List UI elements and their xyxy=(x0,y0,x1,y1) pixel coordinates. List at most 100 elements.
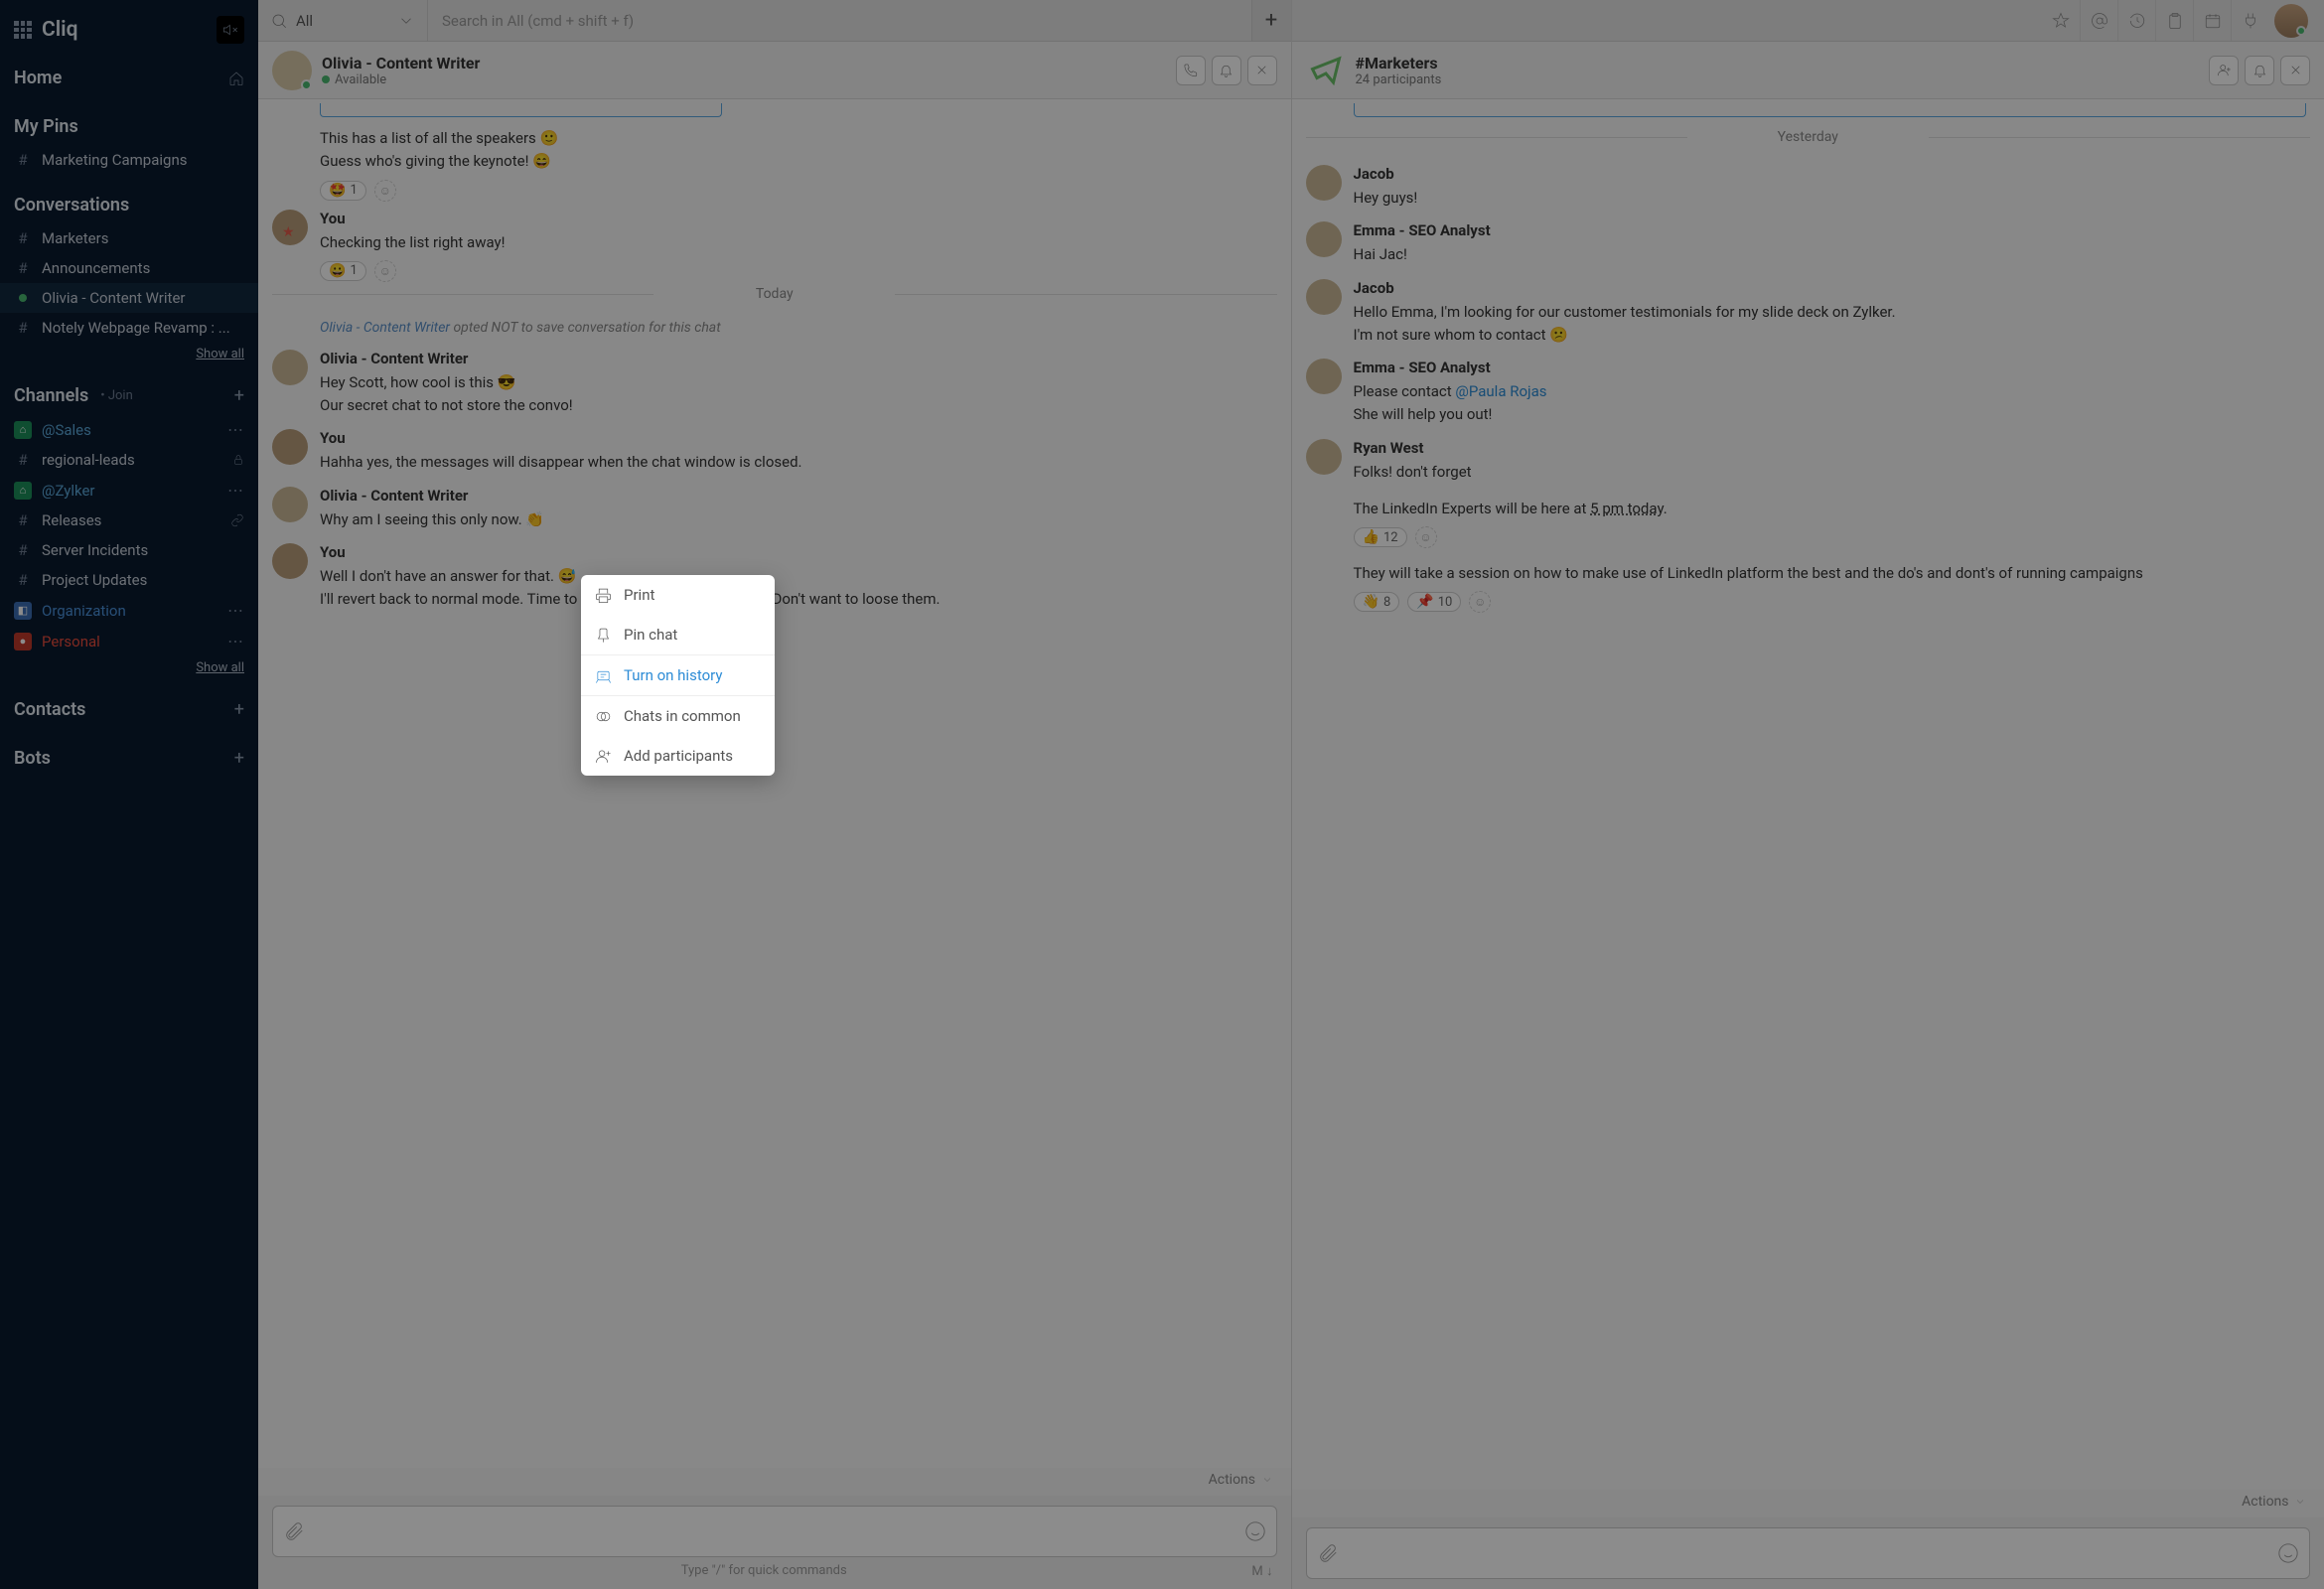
actions-dropdown[interactable]: Actions xyxy=(2242,1494,2306,1510)
date-divider: Yesterday xyxy=(1306,129,2311,145)
search-icon xyxy=(270,12,288,30)
channel-item[interactable]: ⌂@Sales⋯ xyxy=(0,414,258,445)
more-icon[interactable]: ⋯ xyxy=(227,420,244,439)
channel-item[interactable]: #Server Incidents xyxy=(0,535,258,565)
menu-pin-chat[interactable]: Pin chat xyxy=(581,615,775,654)
avatar xyxy=(272,51,312,90)
convo-item-active[interactable]: Olivia - Content Writer xyxy=(0,283,258,313)
join-link[interactable]: Join xyxy=(108,388,133,403)
chat-messages: Yesterday Jacob Hey guys! Emma - SEO Ana… xyxy=(1292,99,2324,1490)
composer-mode[interactable]: M ↓ xyxy=(1251,1563,1272,1579)
convo-item[interactable]: #Notely Webpage Revamp : ... xyxy=(0,313,258,343)
user-avatar[interactable] xyxy=(2268,4,2314,38)
convo-item[interactable]: #Announcements xyxy=(0,253,258,283)
attachment-icon[interactable] xyxy=(1317,1542,1339,1564)
channel-item[interactable]: #Releases xyxy=(0,506,258,535)
reaction[interactable]: 😀1 xyxy=(320,261,366,281)
reaction[interactable]: 🤩1 xyxy=(320,181,366,201)
pin-item[interactable]: #Marketing Campaigns xyxy=(0,145,258,175)
sidebar-home[interactable]: Home xyxy=(0,60,258,96)
add-bot-icon[interactable]: + xyxy=(234,748,244,769)
app-logo: Cliq xyxy=(42,18,78,42)
call-button[interactable] xyxy=(1176,56,1206,85)
channel-badge-icon: ● xyxy=(14,633,32,650)
message-composer[interactable] xyxy=(272,1506,1277,1557)
avatar xyxy=(1306,165,1342,201)
emoji-icon[interactable] xyxy=(1244,1520,1266,1542)
actions-popover: Print Pin chat Turn on history Chats in … xyxy=(581,575,775,776)
search-input[interactable] xyxy=(442,12,1237,30)
add-reaction-icon[interactable]: ☺ xyxy=(1469,591,1491,613)
clipboard-icon[interactable] xyxy=(2155,0,2193,41)
add-channel-icon[interactable]: + xyxy=(234,385,244,406)
search-scope[interactable]: All xyxy=(258,12,427,30)
conversations-header: Conversations xyxy=(14,195,129,216)
avatar xyxy=(272,350,308,385)
apps-grid-icon[interactable] xyxy=(14,21,32,39)
attachment-icon[interactable] xyxy=(283,1520,305,1542)
channel-badge-icon: ◧ xyxy=(14,602,32,620)
avatar xyxy=(272,543,308,579)
bots-header[interactable]: Bots+ xyxy=(0,740,258,777)
close-button[interactable] xyxy=(1247,56,1277,85)
composer-hint: Type "/" for quick commands xyxy=(276,1563,1251,1579)
notify-button[interactable] xyxy=(1212,56,1241,85)
avatar xyxy=(1306,359,1342,394)
mute-icon[interactable] xyxy=(217,16,244,44)
channel-badge-icon: ⌂ xyxy=(14,482,32,500)
chats-common-icon xyxy=(595,708,612,725)
message-composer[interactable] xyxy=(1306,1527,2311,1579)
channels-header: Channels xyxy=(14,385,88,406)
show-all-link[interactable]: Show all xyxy=(196,347,244,361)
history-icon xyxy=(595,667,612,684)
reaction[interactable]: 📌10 xyxy=(1407,592,1461,612)
calendar-icon[interactable] xyxy=(2193,0,2231,41)
add-participant-button[interactable] xyxy=(2209,56,2239,85)
reaction[interactable]: 👋8 xyxy=(1354,592,1400,612)
pin-icon xyxy=(595,627,612,644)
star-icon[interactable] xyxy=(2042,0,2080,41)
chat-messages: This has a list of all the speakers 🙂 Gu… xyxy=(258,99,1291,1468)
close-button[interactable] xyxy=(2280,56,2310,85)
new-chat-button[interactable]: + xyxy=(1251,0,1291,41)
show-all-link[interactable]: Show all xyxy=(196,660,244,675)
add-reaction-icon[interactable]: ☺ xyxy=(1415,526,1437,548)
channel-item[interactable]: #Project Updates xyxy=(0,565,258,595)
notify-button[interactable] xyxy=(2245,56,2274,85)
add-reaction-icon[interactable]: ☺ xyxy=(374,180,396,202)
chat-title: Olivia - Content Writer xyxy=(322,54,1166,72)
search-input-wrap xyxy=(427,0,1251,41)
plug-icon[interactable] xyxy=(2231,0,2268,41)
menu-chats-in-common[interactable]: Chats in common xyxy=(581,696,775,736)
menu-add-participants[interactable]: Add participants xyxy=(581,736,775,776)
reaction[interactable]: 👍12 xyxy=(1354,527,1407,547)
history-notice: Olivia - Content Writer opted NOT to sav… xyxy=(272,314,1277,342)
my-pins-header: My Pins xyxy=(14,116,78,137)
more-icon[interactable]: ⋯ xyxy=(227,632,244,650)
lock-icon xyxy=(232,454,244,466)
menu-print[interactable]: Print xyxy=(581,575,775,615)
emoji-icon[interactable] xyxy=(2277,1542,2299,1564)
history-icon[interactable] xyxy=(2117,0,2155,41)
channel-item[interactable]: ⌂@Zylker⋯ xyxy=(0,475,258,506)
channel-item[interactable]: #regional-leads xyxy=(0,445,258,475)
menu-turn-on-history[interactable]: Turn on history xyxy=(581,654,775,696)
home-icon xyxy=(228,71,244,86)
contacts-header[interactable]: Contacts+ xyxy=(0,691,258,728)
actions-dropdown[interactable]: Actions xyxy=(1209,1472,1273,1488)
avatar xyxy=(1306,439,1342,475)
add-reaction-icon[interactable]: ☺ xyxy=(374,260,396,282)
add-contact-icon[interactable]: + xyxy=(234,699,244,720)
avatar xyxy=(272,429,308,465)
message-text: Please contact @Paula Rojas xyxy=(1354,380,2311,403)
avatar xyxy=(272,487,308,522)
mention-icon[interactable] xyxy=(2080,0,2117,41)
channel-item[interactable]: ◧Organization⋯ xyxy=(0,595,258,626)
sidebar: Cliq Home My Pins #Marketing Campaigns C… xyxy=(0,0,258,1589)
more-icon[interactable]: ⋯ xyxy=(227,481,244,500)
channel-icon xyxy=(1306,51,1346,90)
channel-item[interactable]: ●Personal⋯ xyxy=(0,626,258,656)
convo-item[interactable]: #Marketers xyxy=(0,223,258,253)
more-icon[interactable]: ⋯ xyxy=(227,601,244,620)
chat-panel-left: All + Olivia - Content Writer Available xyxy=(258,0,1292,1589)
